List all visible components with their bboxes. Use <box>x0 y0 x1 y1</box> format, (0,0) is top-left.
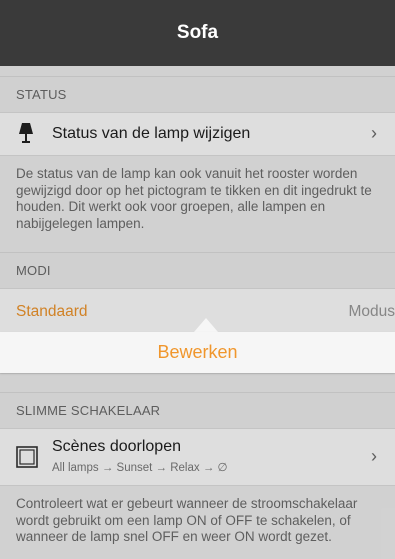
popup-arrow <box>194 318 218 332</box>
lamp-icon <box>18 122 34 149</box>
status-description: De status van de lamp kan ook vanuit het… <box>16 166 372 231</box>
checkbox-icon[interactable] <box>16 446 38 473</box>
switch-section-title: SLIMME SCHAKELAAR <box>16 403 161 418</box>
modi-section-title: MODI <box>16 263 51 278</box>
modi-section-header: MODI <box>0 252 395 288</box>
edit-popup[interactable]: Bewerken <box>0 332 395 373</box>
mode-selected-label[interactable]: Standaard <box>16 303 88 321</box>
chevron-right-icon: › <box>371 123 377 143</box>
lamp-status-label: Status van de lamp wijzigen <box>52 125 251 142</box>
mode-right-label[interactable]: Modus <box>348 303 395 321</box>
switch-section-header: SLIMME SCHAKELAAR <box>0 392 395 428</box>
edit-button[interactable]: Bewerken <box>157 342 237 363</box>
scene-cycle-row[interactable]: Scènes doorlopen All lamps → Sunset → Re… <box>0 428 395 486</box>
scene-cycle-title: Scènes doorlopen <box>52 438 181 455</box>
settings-content: STATUS Status van de lamp wijzigen › De … <box>0 66 395 559</box>
page-title: Sofa <box>176 22 219 43</box>
chevron-right-icon: › <box>371 446 377 466</box>
lamp-status-row[interactable]: Status van de lamp wijzigen › <box>0 112 395 156</box>
status-section-title: STATUS <box>16 87 67 102</box>
switch-description: Controleert wat er gebeurt wanneer de st… <box>16 496 358 544</box>
scene-cycle-subtitle: All lamps → Sunset → Relax → ∅ <box>52 462 228 474</box>
status-section-header: STATUS <box>0 76 395 112</box>
app-header: Sofa <box>0 0 395 66</box>
